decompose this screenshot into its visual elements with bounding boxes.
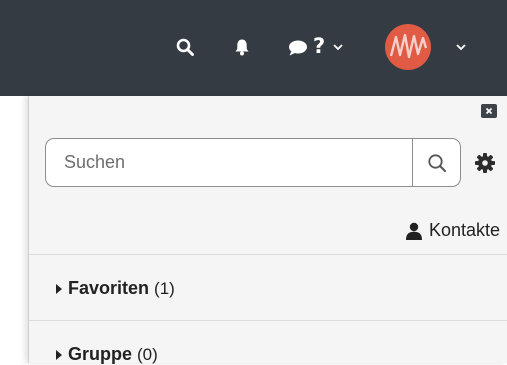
divider bbox=[29, 320, 507, 321]
avatar[interactable] bbox=[385, 24, 431, 70]
group-count: (0) bbox=[137, 344, 158, 364]
avatar-logo-icon bbox=[389, 33, 428, 59]
group-count: (1) bbox=[154, 278, 175, 298]
chat-icon[interactable] bbox=[288, 40, 308, 56]
chevron-down-icon[interactable] bbox=[456, 44, 466, 51]
divider bbox=[29, 254, 507, 255]
group-gruppe[interactable]: Gruppe (0) bbox=[55, 344, 158, 365]
close-icon bbox=[485, 107, 493, 115]
bell-icon[interactable] bbox=[234, 38, 250, 56]
search-icon[interactable] bbox=[176, 38, 194, 56]
group-name: Favoriten bbox=[68, 278, 150, 298]
contacts-link[interactable]: Kontakte bbox=[405, 220, 500, 241]
user-icon bbox=[405, 222, 422, 240]
help-icon[interactable]: ? bbox=[313, 34, 325, 58]
search-input[interactable] bbox=[46, 139, 412, 186]
gear-icon[interactable] bbox=[474, 152, 496, 174]
contact-search-box bbox=[45, 138, 461, 187]
chevron-down-icon[interactable] bbox=[333, 44, 343, 51]
group-name: Gruppe bbox=[68, 344, 133, 364]
contacts-link-label: Kontakte bbox=[428, 220, 500, 240]
top-navbar: ? bbox=[0, 0, 507, 96]
close-button[interactable] bbox=[481, 104, 497, 118]
caret-right-icon bbox=[56, 349, 62, 360]
caret-right-icon bbox=[56, 283, 62, 294]
group-favoriten[interactable]: Favoriten (1) bbox=[55, 278, 175, 299]
search-button[interactable] bbox=[412, 139, 460, 186]
search-icon bbox=[427, 153, 446, 172]
contacts-panel: Kontakte Favoriten (1) Gruppe (0) bbox=[28, 96, 507, 365]
